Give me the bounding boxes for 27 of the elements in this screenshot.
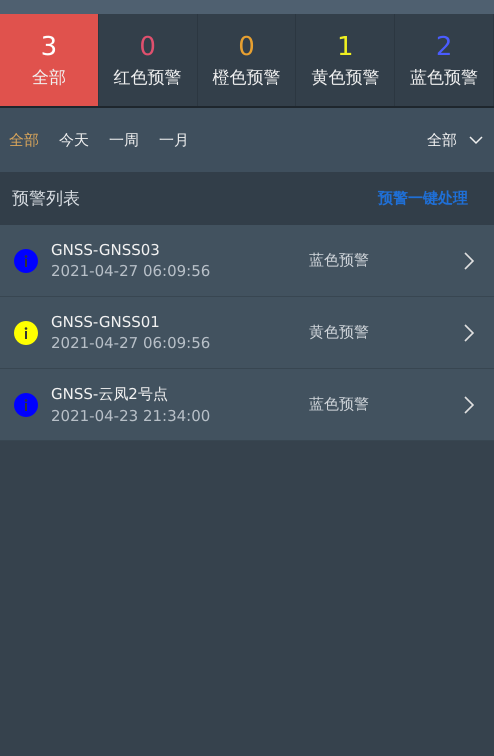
level-tab[interactable]: 2 蓝色预警 bbox=[395, 14, 494, 106]
alert-level: 黄色预警 bbox=[309, 323, 370, 342]
time-filter[interactable]: 今天 bbox=[59, 130, 89, 150]
level-tab[interactable]: 3 全部 bbox=[0, 14, 99, 106]
chevron-right-icon bbox=[464, 324, 474, 342]
chevron-right-icon bbox=[464, 252, 474, 270]
station-name: GNSS-GNSS01 bbox=[51, 313, 161, 331]
station-name: GNSS-GNSS03 bbox=[51, 241, 161, 259]
time-filter[interactable]: 一月 bbox=[159, 130, 189, 150]
level-tab[interactable]: 1 黄色预警 bbox=[296, 14, 396, 106]
alert-time: 2021-04-27 06:09:56 bbox=[51, 334, 212, 352]
alert-level: 蓝色预警 bbox=[309, 251, 370, 270]
chevron-down-icon bbox=[469, 136, 483, 144]
level-tab[interactable]: 0 橙色预警 bbox=[198, 14, 296, 106]
alert-time: 2021-04-27 06:09:56 bbox=[51, 262, 212, 280]
alert-level: 蓝色预警 bbox=[309, 395, 370, 414]
chevron-right-icon bbox=[464, 396, 474, 414]
list-title: 预警列表 bbox=[12, 188, 80, 210]
alert-row[interactable]: GNSS-GNSS01 2021-04-27 06:09:56 黄色预警 bbox=[0, 297, 494, 369]
alert-row[interactable]: GNSS-云凤2号点 2021-04-23 21:34:00 蓝色预警 bbox=[0, 369, 494, 441]
time-filter[interactable]: 一周 bbox=[109, 130, 139, 150]
alert-row[interactable]: GNSS-GNSS03 2021-04-27 06:09:56 蓝色预警 bbox=[0, 225, 494, 297]
level-tab[interactable]: 0 红色预警 bbox=[98, 14, 198, 106]
alert-time: 2021-04-23 21:34:00 bbox=[51, 406, 212, 424]
station-name: GNSS-云凤2号点 bbox=[51, 384, 169, 404]
time-filter[interactable]: 全部 bbox=[9, 130, 39, 150]
type-dropdown[interactable]: 全部 bbox=[427, 130, 485, 150]
